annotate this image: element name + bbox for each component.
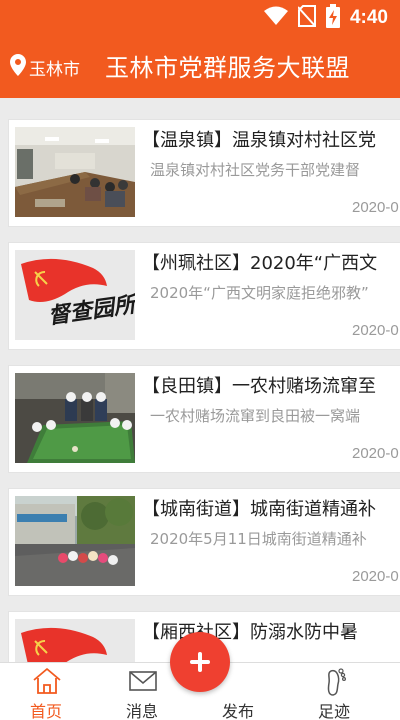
app-title: 玉林市党群服务大联盟 <box>105 54 350 82</box>
tab-footprint[interactable]: 足迹 <box>294 663 374 720</box>
tab-messages[interactable]: 消息 <box>102 663 182 720</box>
home-icon <box>32 667 62 695</box>
tab-footprint-label: 足迹 <box>317 702 350 720</box>
news-title: 【温泉镇】温泉镇对村社区党 <box>142 126 376 152</box>
wifi-icon <box>263 6 288 30</box>
news-thumbnail-party-flag <box>15 619 135 662</box>
news-thumbnail-party-flag: 督查园所 <box>15 250 135 340</box>
status-icons: 4:40 <box>263 4 388 32</box>
news-item[interactable]: 【城南街道】城南街道精通补 2020年5月11日城南街道精通补 2020-0 <box>8 488 400 596</box>
news-title: 【良田镇】一农村赌场流窜至 <box>142 372 376 398</box>
news-summary: 2020年“广西文明家庭拒绝邪教” <box>150 284 369 302</box>
news-title: 【城南街道】城南街道精通补 <box>142 495 376 521</box>
news-headline: 温泉镇对村社区党 <box>232 130 376 151</box>
tab-publish-label: 发布 <box>221 702 254 720</box>
news-title: 【州珮社区】2020年“广西文 <box>142 249 377 275</box>
app-bar: 玉林市 玉林市党群服务大联盟 <box>0 36 400 98</box>
news-item[interactable]: 【温泉镇】温泉镇对村社区党 温泉镇对村社区党务干部党建督 2020-0 <box>8 119 400 227</box>
news-title: 【厢西社区】防溺水防中暑 <box>142 618 358 644</box>
mail-icon <box>128 667 158 695</box>
news-category-tag: 【州珮社区】 <box>142 253 250 274</box>
footprint-icon <box>320 667 350 696</box>
news-category-tag: 【城南街道】 <box>142 499 250 520</box>
news-list[interactable]: 【温泉镇】温泉镇对村社区党 温泉镇对村社区党务干部党建督 2020-0 督查园所… <box>0 98 400 662</box>
status-bar: 4:40 <box>0 0 400 36</box>
news-thumbnail-meeting-room <box>15 127 135 217</box>
news-category-tag: 【温泉镇】 <box>142 130 232 151</box>
no-sim-icon <box>297 5 317 31</box>
news-headline: 2020年“广西文 <box>250 253 378 274</box>
location-selector[interactable]: 玉林市 <box>10 54 80 80</box>
news-item[interactable]: 督查园所 【州珮社区】2020年“广西文 2020年“广西文明家庭拒绝邪教” 2… <box>8 242 400 350</box>
news-summary: 一农村赌场流窜到良田被一窝端 <box>150 407 361 425</box>
tab-home[interactable]: 首页 <box>6 663 86 720</box>
news-headline: 城南街道精通补 <box>250 499 376 520</box>
plus-icon-bar-v <box>198 652 202 672</box>
news-summary: 2020年5月11日城南街道精通补 <box>150 530 367 548</box>
battery-charging-icon <box>325 4 340 32</box>
news-summary: 温泉镇对村社区党务干部党建督 <box>150 161 361 179</box>
news-thumbnail-street-scene <box>15 496 135 586</box>
news-thumbnail-billiard-table <box>15 373 135 463</box>
news-date: 2020-0 <box>352 199 399 216</box>
tab-home-label: 首页 <box>29 702 62 720</box>
news-headline: 一农村赌场流窜至 <box>232 376 376 397</box>
tab-messages-label: 消息 <box>125 702 158 720</box>
news-date: 2020-0 <box>352 568 399 585</box>
news-date: 2020-0 <box>352 445 399 462</box>
location-pin-icon <box>10 54 26 80</box>
news-item[interactable]: 【良田镇】一农村赌场流窜至 一农村赌场流窜到良田被一窝端 2020-0 <box>8 365 400 473</box>
news-date: 2020-0 <box>352 322 399 339</box>
publish-fab-button[interactable] <box>170 632 230 692</box>
location-label: 玉林市 <box>29 59 80 80</box>
news-category-tag: 【良田镇】 <box>142 376 232 397</box>
status-time: 4:40 <box>349 7 388 28</box>
news-headline: 防溺水防中暑 <box>250 622 358 643</box>
